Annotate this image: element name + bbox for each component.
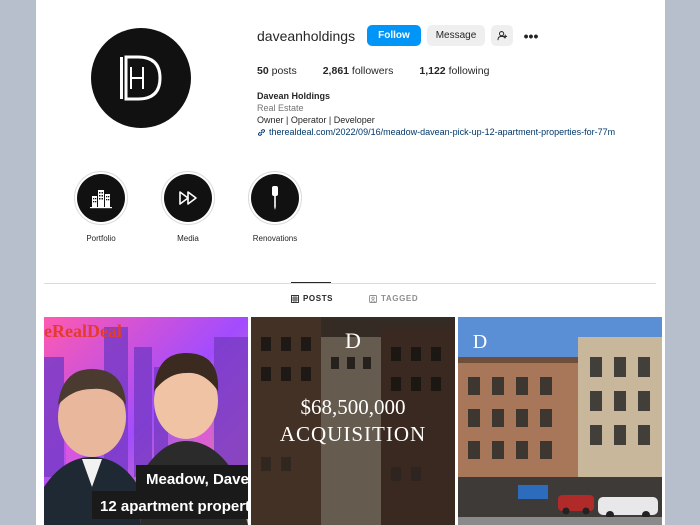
- profile-username: daveanholdings: [257, 28, 356, 44]
- follow-button[interactable]: Follow: [367, 25, 421, 46]
- message-button[interactable]: Message: [427, 25, 485, 46]
- dh-logo-letter: D: [473, 331, 487, 353]
- following-label: following: [448, 65, 490, 77]
- highlight-cover: [251, 174, 299, 222]
- highlight-ring: [248, 171, 302, 225]
- highlight-ring: [74, 171, 128, 225]
- post-caption-line2: 12 apartment properties for $: [100, 498, 248, 515]
- posts-stat: 50 posts: [257, 65, 297, 77]
- post-image-news: eRealDeal Meadow, Davean pic 12 apartmen…: [44, 317, 248, 525]
- followers-label: followers: [351, 65, 394, 77]
- highlight-label: Portfolio: [86, 234, 116, 243]
- highlight-media[interactable]: Media: [153, 171, 223, 243]
- post-thumbnail[interactable]: D: [458, 317, 662, 525]
- followers-count: 2,861: [322, 65, 349, 77]
- following-stat[interactable]: 1,122 following: [419, 65, 489, 77]
- post-amount-text: $68,500,000: [301, 395, 406, 419]
- posts-label: posts: [271, 65, 297, 77]
- highlight-renovations[interactable]: Renovations: [240, 171, 310, 243]
- highlight-cover: [164, 174, 212, 222]
- profile-page: daveanholdings Follow Message ••• 50 pos…: [36, 0, 665, 525]
- post-caption-line1: Meadow, Davean pic: [146, 471, 248, 488]
- bio-description: Owner | Operator | Developer: [257, 115, 375, 125]
- following-count: 1,122: [419, 65, 446, 77]
- suggest-users-button[interactable]: [491, 25, 513, 46]
- tagged-person-icon: [369, 294, 377, 303]
- tabs-divider: [44, 283, 656, 284]
- link-icon: [257, 128, 266, 136]
- profile-stats: 50 posts 2,861 followers 1,122 following: [257, 65, 515, 77]
- highlight-cover: [77, 174, 125, 222]
- dh-monogram-logo: [118, 53, 164, 103]
- bio-full-name: Davean Holdings: [257, 91, 331, 101]
- post-image-building: D: [458, 317, 662, 525]
- post-acquisition-text: ACQUISITION: [280, 422, 426, 446]
- tab-tagged-label: TAGGED: [381, 294, 419, 303]
- highlight-label: Renovations: [252, 234, 298, 243]
- posts-count: 50: [257, 65, 269, 77]
- post-thumbnail[interactable]: eRealDeal Meadow, Davean pic 12 apartmen…: [44, 317, 248, 525]
- bio-external-link[interactable]: therealdeal.com/2022/09/16/meadow-davean…: [257, 126, 615, 138]
- tab-posts-label: POSTS: [303, 294, 334, 303]
- bio-link-text: therealdeal.com/2022/09/16/meadow-davean…: [269, 127, 616, 137]
- screwdriver-icon: [272, 186, 278, 210]
- tab-posts[interactable]: POSTS: [291, 294, 333, 303]
- grid-icon: [291, 294, 299, 303]
- highlight-label: Media: [177, 234, 199, 243]
- more-options-button[interactable]: •••: [520, 25, 542, 46]
- profile-bio: Davean Holdings Real Estate Owner | Oper…: [257, 90, 615, 138]
- followers-stat[interactable]: 2,861 followers: [323, 65, 394, 77]
- tab-tagged[interactable]: TAGGED: [369, 294, 418, 303]
- post-thumbnail[interactable]: D $68,500,000 ACQUISITION: [251, 317, 455, 525]
- buildings-icon: [90, 190, 112, 209]
- therealdeal-logo: eRealDeal: [44, 321, 122, 341]
- add-user-icon: [496, 31, 507, 41]
- fast-forward-icon: [179, 191, 197, 205]
- active-tab-indicator: [291, 282, 331, 283]
- more-options-icon: •••: [523, 27, 539, 44]
- bio-category: Real Estate: [257, 103, 304, 113]
- highlight-portfolio[interactable]: Portfolio: [66, 171, 136, 243]
- highlight-ring: [161, 171, 215, 225]
- post-image-acquisition: D $68,500,000 ACQUISITION: [251, 317, 455, 525]
- profile-avatar[interactable]: [91, 28, 191, 128]
- dh-logo-letter: D: [345, 328, 361, 353]
